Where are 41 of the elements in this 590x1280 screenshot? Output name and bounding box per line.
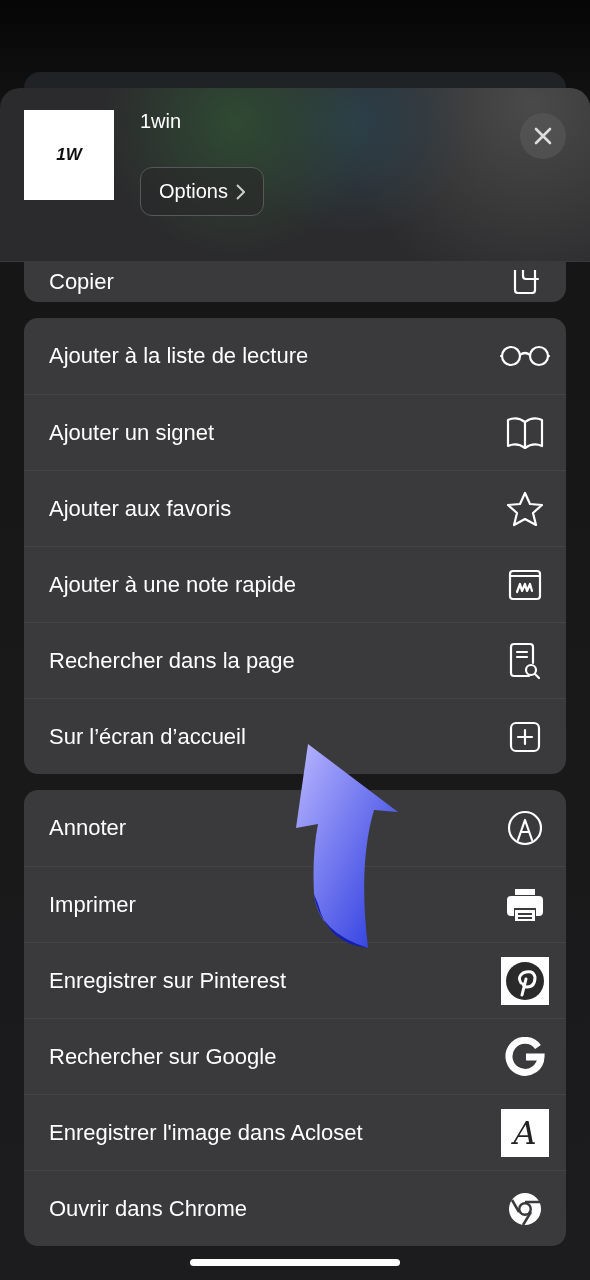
menu-label: Ajouter à la liste de lecture [49,343,309,369]
site-logo: 1W [24,110,114,200]
menu-label: Copier [49,269,114,295]
menu-item[interactable]: Rechercher sur Google [24,1018,566,1094]
browser-logo-icon [507,1190,543,1227]
search-page-icon [509,641,541,680]
menu-item[interactable]: Ajouter un signet [24,394,566,470]
menu-label: Sur l’écran d’accueil [49,723,246,750]
close-icon [534,127,552,145]
g-logo-icon [505,1036,545,1077]
menu-label: Ouvrir dans Chrome [49,1195,248,1222]
chevron-icon [235,183,245,200]
close-button[interactable] [520,113,566,159]
menu-item[interactable]: Enregistrer l'image dans Acloset A [24,1094,566,1170]
menu-item[interactable]: Enregistrer sur Pinterest [24,942,566,1018]
menu-item[interactable]: Ajouter aux favoris [24,470,566,546]
options-button[interactable]: Options [140,167,264,216]
menu-label: Rechercher sur Google [49,1043,277,1070]
menu-label: Ajouter un signet [49,419,215,446]
book-icon [506,416,544,449]
site-title: 1win [140,110,183,133]
pin-logo-icon [501,956,549,1005]
menu-item[interactable]: Rechercher dans la page [24,622,566,698]
star-icon [506,490,544,527]
app-logo-icon: A [501,1108,549,1157]
menu-item[interactable]: Ouvrir dans Chrome [24,1170,566,1246]
menu-item[interactable]: Annoter [24,790,566,866]
menu-label: Ajouter à une note rapide [49,571,297,598]
menu-item[interactable]: Ajouter à la liste de lecture [24,318,566,394]
menu-label: Enregistrer sur Pinterest [49,967,287,994]
add-square-icon [509,720,541,753]
menu-label: Imprimer [49,891,136,918]
menu-label: Ajouter aux favoris [49,495,232,522]
menu-item[interactable]: Ajouter à une note rapide [24,546,566,622]
menu-label: Enregistrer l'image dans Acloset [49,1119,363,1146]
glasses-icon [500,345,550,367]
pen-icon [507,810,543,846]
menu-label: Annoter [49,815,127,841]
note-icon [508,568,542,601]
menu-label: Rechercher dans la page [49,647,295,674]
printer-icon [506,887,544,922]
